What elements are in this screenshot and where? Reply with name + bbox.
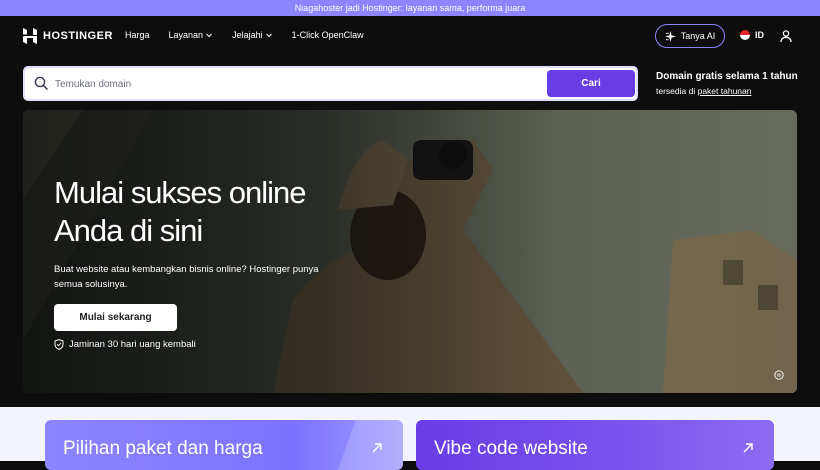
hero-title-line: Mulai sukses online: [54, 175, 307, 210]
chevron-down-icon: [265, 33, 272, 38]
start-now-button[interactable]: Mulai sekarang: [54, 304, 177, 331]
card-title: Vibe code website: [434, 438, 588, 459]
sparkle-icon: [664, 30, 676, 42]
vibe-code-card[interactable]: Vibe code website: [416, 420, 774, 470]
ask-ai-label: Tanya AI: [680, 31, 716, 41]
nav-item-openclaw[interactable]: 1-Click OpenClaw: [292, 30, 364, 40]
user-account-icon[interactable]: [779, 29, 793, 43]
search-icon: [34, 76, 48, 90]
hero-title: Mulai sukses online Anda di sini: [54, 174, 307, 250]
card-title: Pilihan paket dan harga: [63, 438, 263, 459]
ask-ai-button[interactable]: Tanya AI: [655, 24, 725, 48]
nav-item-harga[interactable]: Harga: [125, 30, 150, 40]
hostinger-logo-icon: [23, 28, 37, 44]
hero-overlay: [23, 110, 797, 393]
pricing-plans-card[interactable]: Pilihan paket dan harga: [45, 420, 403, 470]
language-code: ID: [755, 30, 764, 40]
nav-item-layanan[interactable]: Layanan: [169, 30, 214, 40]
promo-title: Domain gratis selama 1 tahun: [656, 71, 798, 82]
nav-item-label: 1-Click OpenClaw: [291, 30, 364, 40]
shield-check-icon: [54, 339, 64, 350]
nav-item-jelajahi[interactable]: Jelajahi: [232, 30, 273, 40]
domain-search-input[interactable]: [55, 72, 535, 96]
arrow-up-right-icon: [372, 443, 382, 453]
money-back-guarantee: Jaminan 30 hari uang kembali: [54, 339, 196, 350]
promo-subtitle-text: tersedia di: [656, 86, 698, 96]
guarantee-text: Jaminan 30 hari uang kembali: [69, 339, 196, 350]
promo-subtitle: tersedia di paket tahunan: [656, 86, 798, 96]
hero-subtitle: Buat website atau kembangkan bisnis onli…: [54, 264, 319, 290]
nav-item-label: Layanan: [168, 30, 204, 40]
domain-promo: Domain gratis selama 1 tahun tersedia di…: [656, 71, 798, 96]
nav-item-label: Jelajahi: [232, 30, 263, 40]
domain-search-bar: Cari: [23, 66, 638, 101]
hero-title-line: Anda di sini: [54, 213, 203, 248]
hostinger-logo[interactable]: HOSTINGER: [23, 28, 113, 44]
annual-plan-link[interactable]: paket tahunan: [698, 86, 752, 96]
hero-banner: Mulai sukses online Anda di sini Buat we…: [23, 110, 797, 393]
indonesia-flag-icon: [740, 30, 750, 40]
announcement-bar[interactable]: Niagahoster jadi Hostinger: layanan sama…: [0, 0, 820, 16]
chevron-down-icon: [206, 33, 212, 38]
language-selector[interactable]: ID: [740, 30, 764, 40]
search-button[interactable]: Cari: [547, 70, 635, 97]
nav-links: Harga Layanan Jelajahi 1-Click OpenClaw: [125, 30, 383, 40]
pause-video-icon[interactable]: [774, 370, 784, 380]
announcement-text: Niagahoster jadi Hostinger: layanan sama…: [294, 3, 526, 13]
brand-name: HOSTINGER: [43, 30, 113, 42]
top-navigation: HOSTINGER Harga Layanan Jelajahi 1-Click…: [0, 16, 820, 56]
nav-item-label: Harga: [125, 30, 150, 40]
feature-cards-section: Pilihan paket dan harga Vibe code websit…: [0, 407, 820, 470]
arrow-up-right-icon: [743, 443, 753, 453]
